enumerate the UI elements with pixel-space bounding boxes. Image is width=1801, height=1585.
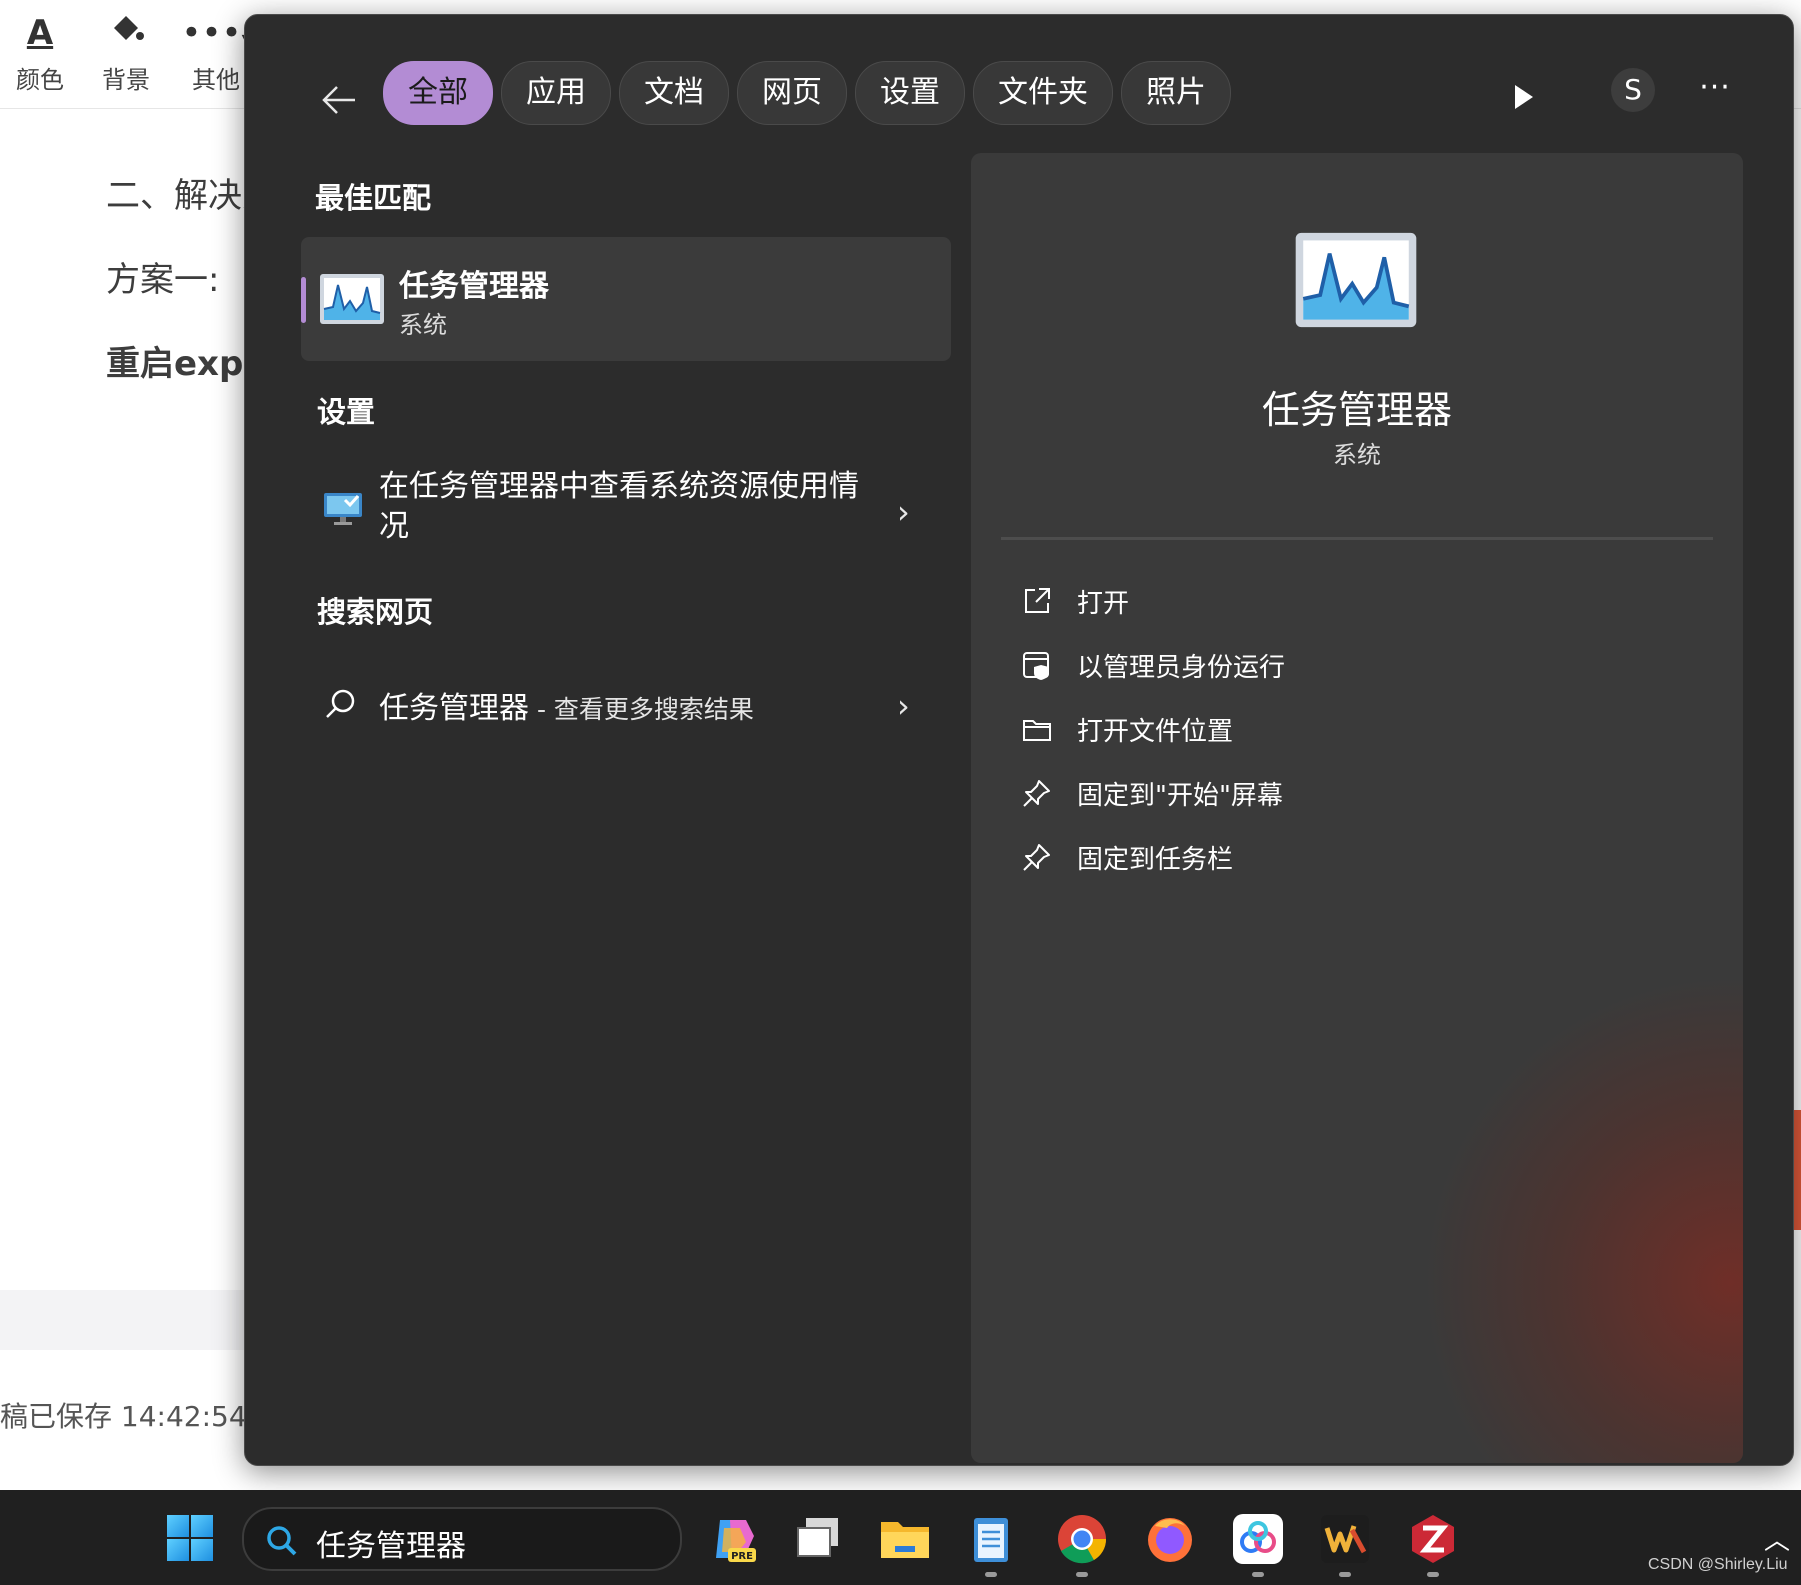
running-indicator — [1076, 1572, 1088, 1577]
taskbar-search-box[interactable]: 任务管理器 — [242, 1507, 682, 1571]
copilot-badge: PRE — [731, 1551, 753, 1562]
taskbar: 任务管理器 PRE ︿ — [0, 1490, 1801, 1585]
copilot-pre-icon[interactable]: PRE — [706, 1512, 760, 1566]
tab-apps[interactable]: 应用 — [501, 61, 611, 125]
detail-pane: 任务管理器 系统 打开 以管理员身份运行 打开文件位置 固定到"开始"屏幕 固定… — [971, 153, 1743, 1463]
more-options-icon[interactable]: ··· — [1693, 70, 1737, 110]
chevron-right-icon: › — [897, 687, 910, 725]
running-indicator — [1427, 1572, 1439, 1577]
save-status: 稿已保存 14:42:54 — [0, 1400, 247, 1433]
editor-footer — [0, 1290, 260, 1350]
avatar[interactable]: S — [1611, 68, 1655, 112]
query-text: 任务管理器 — [379, 691, 529, 726]
tab-all[interactable]: 全部 — [383, 61, 493, 125]
action-label: 打开 — [1077, 589, 1130, 619]
editor-line: 方案一: — [106, 260, 220, 300]
search-flyout: 全部 应用 文档 网页 设置 文件夹 照片 S ··· 最佳匹配 任务管理器 系… — [244, 14, 1794, 1466]
pin-icon — [1021, 777, 1053, 809]
run-as-admin-action[interactable]: 以管理员身份运行 — [1021, 645, 1621, 689]
settings-heading: 设置 — [317, 395, 376, 429]
search-filter-tabs: 全部 应用 文档 网页 设置 文件夹 照片 — [383, 61, 1231, 125]
notepad-icon[interactable] — [964, 1512, 1018, 1566]
running-indicator — [985, 1572, 997, 1577]
chevron-up-icon[interactable]: ︿ — [1764, 1520, 1790, 1557]
task-manager-icon — [319, 273, 385, 329]
task-manager-large-icon — [1291, 231, 1421, 333]
folder-icon — [1021, 713, 1053, 745]
font-color-button[interactable]: A 颜色 — [0, 10, 80, 95]
taskbar-search-value: 任务管理器 — [316, 1529, 466, 1564]
chrome-icon[interactable] — [1055, 1512, 1109, 1566]
best-match-heading: 最佳匹配 — [315, 181, 432, 215]
paint-bucket-icon — [86, 10, 166, 56]
baidu-netdisk-icon[interactable] — [1231, 1512, 1285, 1566]
watermark: CSDN @Shirley.Liu — [1648, 1556, 1788, 1573]
best-match-name: 任务管理器 — [399, 269, 549, 304]
chevron-right-icon: › — [897, 493, 910, 531]
see-more-text: - 查看更多搜索结果 — [529, 695, 754, 724]
running-indicator — [1339, 1572, 1351, 1577]
open-action[interactable]: 打开 — [1021, 581, 1621, 625]
tab-folders[interactable]: 文件夹 — [973, 61, 1113, 125]
decorative-glow — [1421, 973, 1743, 1463]
open-file-location-action[interactable]: 打开文件位置 — [1021, 709, 1621, 753]
settings-result-label: 在任务管理器中查看系统资源使用情况 — [379, 469, 859, 544]
zotero-icon[interactable] — [1406, 1512, 1460, 1566]
action-label: 固定到"开始"屏幕 — [1077, 781, 1283, 811]
back-arrow-icon — [322, 86, 355, 114]
start-button[interactable] — [166, 1514, 214, 1566]
tab-settings[interactable]: 设置 — [855, 61, 965, 125]
play-button[interactable] — [1503, 77, 1543, 117]
selection-indicator — [301, 277, 306, 323]
detail-title: 任务管理器 — [1261, 388, 1452, 432]
tab-photos[interactable]: 照片 — [1121, 61, 1231, 125]
monitor-check-icon — [323, 491, 363, 531]
web-search-result[interactable]: 任务管理器 - 查看更多搜索结果 › — [301, 677, 951, 737]
firefox-icon[interactable] — [1143, 1512, 1197, 1566]
back-button[interactable] — [315, 75, 365, 125]
open-external-icon — [1021, 585, 1053, 617]
detail-subtitle: 系统 — [1333, 441, 1381, 469]
best-match-result[interactable]: 任务管理器 系统 — [301, 237, 951, 361]
tab-web[interactable]: 网页 — [737, 61, 847, 125]
pin-icon — [1021, 841, 1053, 873]
run-as-admin-icon — [1021, 649, 1053, 681]
background-button[interactable]: 背景 — [86, 10, 166, 95]
divider — [1001, 537, 1713, 540]
pin-to-taskbar-action[interactable]: 固定到任务栏 — [1021, 837, 1621, 881]
font-color-label: 颜色 — [16, 66, 64, 94]
web-search-query: 任务管理器 - 查看更多搜索结果 — [379, 683, 754, 727]
web-search-heading: 搜索网页 — [317, 595, 434, 629]
action-label: 打开文件位置 — [1077, 717, 1234, 747]
running-indicator — [1252, 1572, 1264, 1577]
best-match-type: 系统 — [399, 311, 447, 339]
task-view-icon[interactable] — [792, 1512, 846, 1566]
windows-logo-icon — [167, 1515, 213, 1561]
wps-icon[interactable] — [1318, 1512, 1372, 1566]
tab-documents[interactable]: 文档 — [619, 61, 729, 125]
search-icon — [323, 687, 359, 727]
search-icon — [264, 1523, 298, 1561]
pin-to-start-action[interactable]: 固定到"开始"屏幕 — [1021, 773, 1621, 817]
background-label: 背景 — [102, 66, 150, 94]
action-label: 以管理员身份运行 — [1077, 653, 1286, 683]
file-explorer-icon[interactable] — [878, 1512, 932, 1566]
settings-result[interactable]: 在任务管理器中查看系统资源使用情况 › — [301, 461, 951, 571]
play-icon — [1515, 85, 1533, 109]
font-color-icon: A — [26, 13, 54, 53]
action-label: 固定到任务栏 — [1077, 845, 1234, 875]
